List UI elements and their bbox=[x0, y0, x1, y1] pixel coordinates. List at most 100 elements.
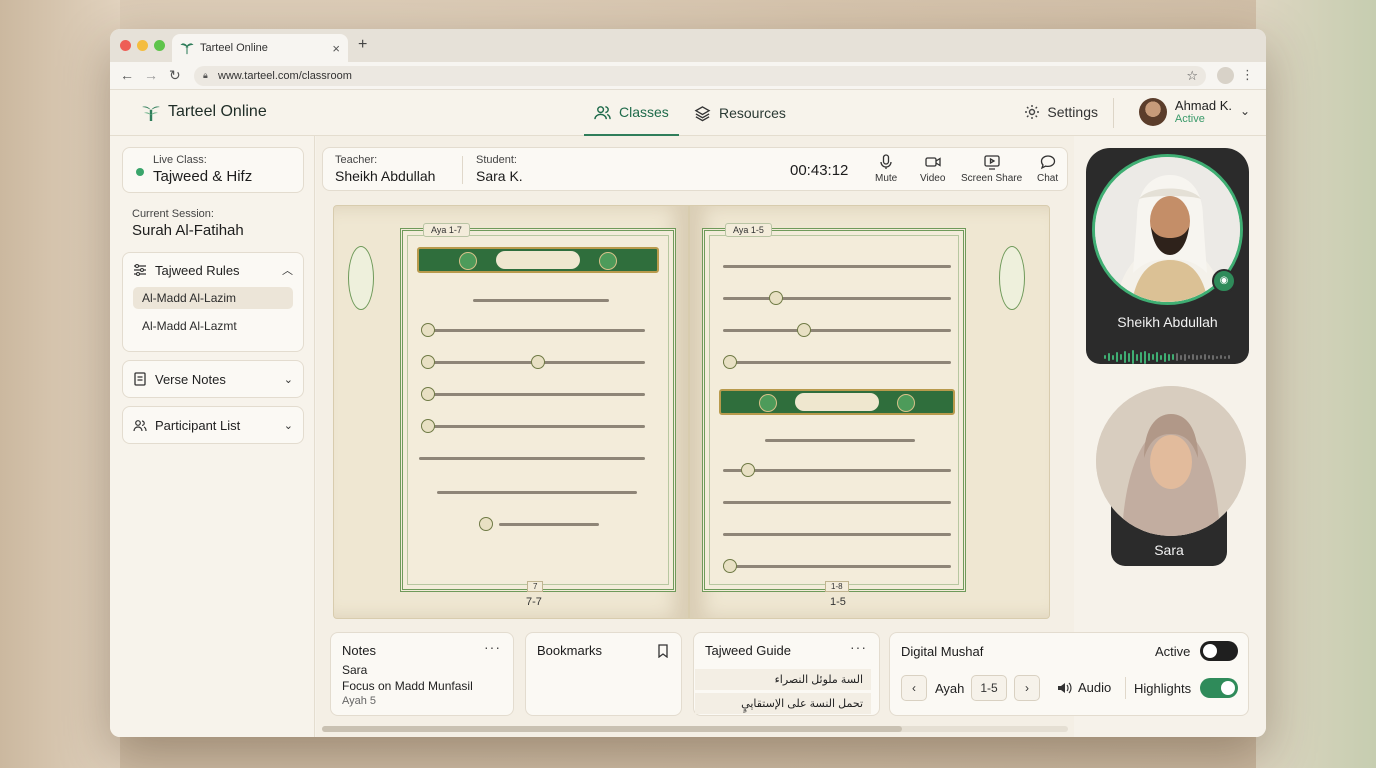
lock-icon: 🔒︎ bbox=[203, 70, 208, 80]
digital-mushaf-panel: Digital Mushaf Active ‹ Ayah 1-5 › Audio… bbox=[889, 632, 1249, 716]
basmala-line bbox=[765, 439, 915, 442]
next-ayah-button[interactable]: › bbox=[1014, 675, 1040, 701]
more-icon[interactable]: ··· bbox=[484, 639, 501, 655]
bookmarks-title: Bookmarks bbox=[537, 643, 603, 658]
bookmarks-card[interactable]: Bookmarks bbox=[525, 632, 682, 716]
browser-tab[interactable]: Tarteel Online × bbox=[172, 34, 348, 62]
participant-list-panel[interactable]: Participant List ⌄ bbox=[122, 406, 304, 444]
settings-label: Settings bbox=[1047, 104, 1098, 120]
tab-resources[interactable]: Resources bbox=[694, 90, 786, 136]
app-header: Tarteel Online Classes Resources Setting… bbox=[110, 90, 1266, 136]
prev-ayah-button[interactable]: ‹ bbox=[901, 675, 927, 701]
new-tab-button[interactable]: + bbox=[358, 36, 367, 54]
ayah-range-field[interactable]: 1-5 bbox=[971, 675, 1007, 701]
bookmark-star-icon[interactable]: ☆ bbox=[1186, 68, 1198, 84]
reload-icon[interactable]: ↻ bbox=[169, 67, 181, 84]
notes-card[interactable]: Notes ··· Sara Focus on Madd Munfasil Ay… bbox=[330, 632, 514, 716]
background-left bbox=[0, 0, 120, 768]
banner-medallion bbox=[897, 394, 915, 412]
tajweed-rules-panel: Tajweed Rules ︿ Al-Madd Al-Lazim Al-Madd… bbox=[122, 252, 304, 352]
active-label: Active bbox=[1155, 644, 1191, 659]
verse-number-icon bbox=[421, 323, 435, 337]
video-button[interactable]: Video bbox=[920, 154, 945, 184]
chevron-down-icon: ⌄ bbox=[283, 419, 293, 432]
active-toggle[interactable] bbox=[1200, 641, 1238, 661]
audio-button[interactable]: Audio bbox=[1057, 680, 1111, 695]
chat-button[interactable]: Chat bbox=[1037, 154, 1058, 184]
verse-notes-panel[interactable]: Verse Notes ⌄ bbox=[122, 360, 304, 398]
page-footer: 7-7 bbox=[526, 596, 542, 608]
mute-button[interactable]: Mute bbox=[875, 154, 897, 184]
margin-ornament bbox=[999, 246, 1025, 310]
verse-line bbox=[433, 393, 645, 396]
note-student: Sara bbox=[342, 663, 368, 677]
verse-notes-header[interactable]: Verse Notes ⌄ bbox=[123, 361, 303, 397]
highlights-label: Highlights bbox=[1134, 681, 1192, 696]
close-window-button[interactable] bbox=[120, 40, 131, 51]
tab-close-icon[interactable]: × bbox=[332, 41, 340, 56]
tajweed-rule-item[interactable]: Al-Madd Al-Lazmt bbox=[133, 315, 293, 337]
info-divider bbox=[462, 156, 463, 184]
verse-number-icon bbox=[741, 463, 755, 477]
back-icon[interactable]: ← bbox=[120, 67, 134, 83]
banner-medallion bbox=[459, 252, 477, 270]
settings-button[interactable]: Settings bbox=[1024, 104, 1098, 120]
speaking-mic-icon: ◉ bbox=[1212, 269, 1236, 293]
tajweed-guide-card[interactable]: Tajweed Guide ··· السة ملوئل النصراء تحم… bbox=[693, 632, 880, 716]
tab-classes[interactable]: Classes bbox=[584, 90, 679, 136]
margin-ornament bbox=[348, 246, 374, 310]
sliders-icon bbox=[134, 264, 146, 276]
participant-list-header[interactable]: Participant List ⌄ bbox=[123, 407, 303, 443]
surah-name-plate bbox=[496, 251, 580, 269]
user-status: Active bbox=[1174, 113, 1205, 126]
note-icon bbox=[134, 372, 146, 386]
chevron-down-icon[interactable]: ⌄ bbox=[1240, 104, 1250, 118]
chevron-up-icon: ︿ bbox=[282, 265, 293, 277]
more-icon[interactable]: ··· bbox=[850, 639, 867, 655]
student-video-tile[interactable]: Sara bbox=[1096, 386, 1246, 574]
sidebar: Live Class: Tajweed & Hifz Current Sessi… bbox=[110, 136, 315, 737]
verse-line bbox=[723, 533, 951, 536]
browser-tab-bar: Tarteel Online × + bbox=[110, 29, 1266, 62]
brand[interactable]: Tarteel Online bbox=[140, 101, 267, 123]
current-session: Current Session: Surah Al-Fatihah bbox=[132, 208, 244, 239]
verse-line bbox=[723, 297, 951, 300]
address-bar: ← → ↻ 🔒︎ www.tarteel.com/classroom ☆ ⋮ bbox=[110, 62, 1266, 90]
bookmark-icon[interactable] bbox=[657, 644, 669, 658]
surah-name-plate bbox=[795, 393, 879, 411]
student-label: Student: bbox=[476, 154, 517, 166]
guide-row: تحمل النسة على الإستقاپيٍ bbox=[695, 693, 871, 714]
tajweed-rule-item[interactable]: Al-Madd Al-Lazim bbox=[133, 287, 293, 309]
verse-number-icon bbox=[531, 355, 545, 369]
verse-line bbox=[723, 361, 951, 364]
screen-share-icon bbox=[983, 155, 1000, 170]
video-icon bbox=[925, 157, 941, 167]
scrollbar-thumb[interactable] bbox=[322, 726, 902, 732]
header-divider bbox=[1113, 98, 1114, 128]
teacher-video-tile[interactable]: ◉ Sheikh Abdullah bbox=[1086, 148, 1249, 364]
audio-waveform bbox=[1104, 350, 1230, 364]
aya-range-tag: Aya 1-7 bbox=[423, 223, 470, 237]
basmala-line bbox=[473, 299, 609, 302]
tajweed-rules-header[interactable]: Tajweed Rules ︿ bbox=[123, 253, 303, 287]
url-field[interactable]: 🔒︎ www.tarteel.com/classroom ☆ bbox=[194, 66, 1206, 86]
mushaf-book[interactable]: Aya 1-7 7 7-7 Aya 1-5 1-8 1-5 bbox=[333, 205, 1050, 621]
verse-line bbox=[723, 565, 951, 568]
horizontal-scrollbar[interactable] bbox=[322, 726, 1068, 732]
minimize-window-button[interactable] bbox=[137, 40, 148, 51]
user-menu[interactable]: Ahmad K. Active bbox=[1138, 98, 1232, 126]
left-page-frame: Aya 1-7 7 bbox=[400, 223, 676, 592]
aya-range-tag: Aya 1-5 bbox=[725, 223, 772, 237]
browser-profile-icon[interactable] bbox=[1217, 67, 1234, 84]
maximize-window-button[interactable] bbox=[154, 40, 165, 51]
verse-line bbox=[723, 329, 951, 332]
verse-number-icon bbox=[421, 355, 435, 369]
browser-menu-icon[interactable]: ⋮ bbox=[1241, 67, 1254, 83]
verse-number-icon bbox=[769, 291, 783, 305]
mute-label: Mute bbox=[875, 173, 898, 184]
layers-icon bbox=[694, 105, 711, 121]
note-text: Focus on Madd Munfasil bbox=[342, 678, 473, 693]
screen-share-button[interactable]: Screen Share bbox=[961, 154, 1022, 184]
forward-icon[interactable]: → bbox=[144, 67, 158, 83]
highlights-toggle[interactable] bbox=[1200, 678, 1238, 698]
